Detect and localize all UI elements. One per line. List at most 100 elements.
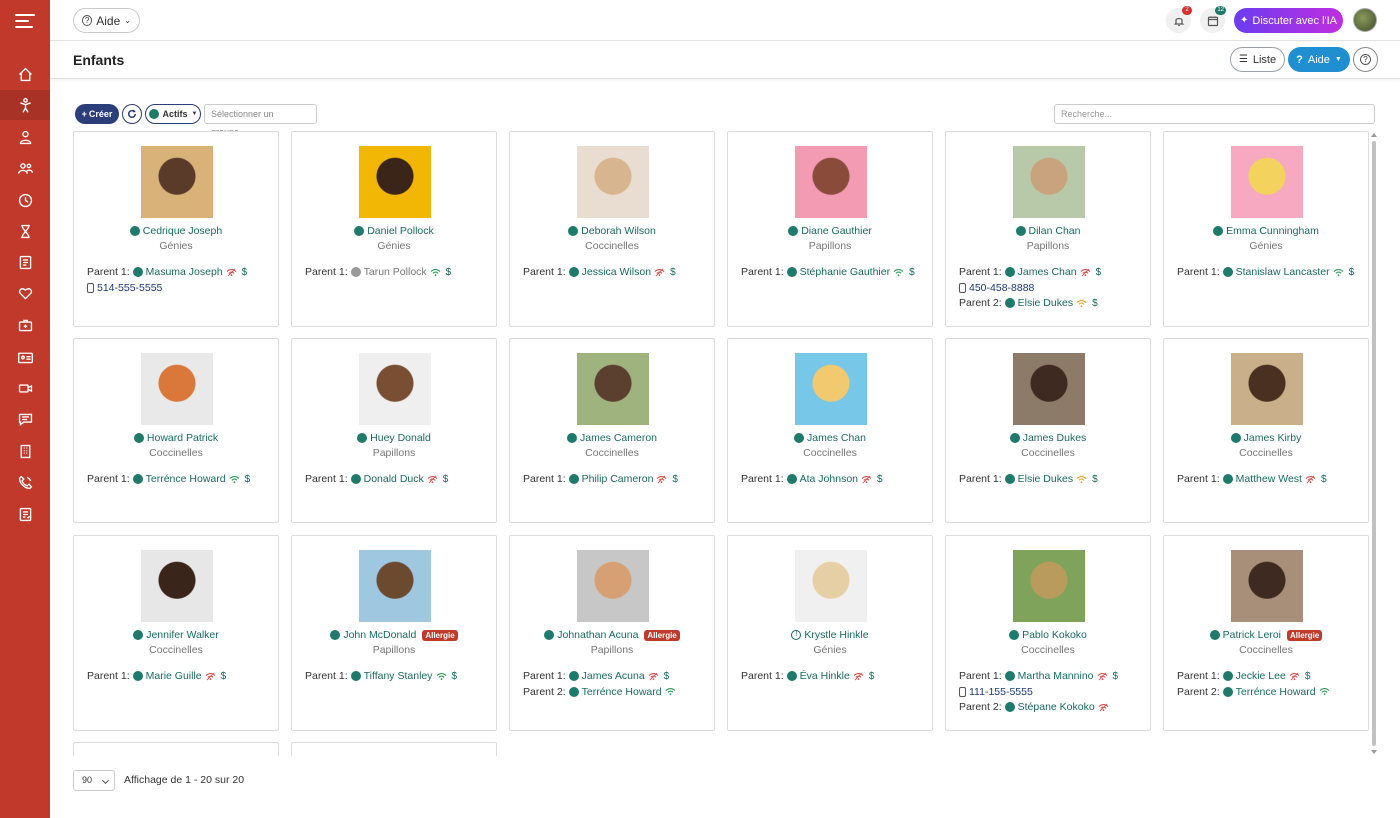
child-name-text[interactable]: James Kirby [1244,432,1302,444]
child-name[interactable]: Daniel Pollock [292,225,496,237]
help-dropdown[interactable]: ? Aide ⌄ [73,8,140,33]
create-button[interactable]: + Créer [75,104,119,124]
child-card[interactable]: Patrick Leroi Allergie Coccinelles Parent 1… [1163,535,1369,731]
child-name-text[interactable]: Krystle Hinkle [804,629,868,641]
message-icon[interactable] [0,404,50,434]
child-name[interactable]: Huey Donald [292,432,496,444]
child-card[interactable]: Jennifer Walker Coccinelles Parent 1: Marie… [73,535,279,731]
child-photo[interactable] [1013,550,1085,622]
status-filter-dropdown[interactable]: Actifs ▼ [145,104,201,124]
heart-icon[interactable] [0,278,50,308]
child-card[interactable]: James Dukes Coccinelles Parent 1: Elsie Duk… [945,338,1151,523]
child-name-text[interactable]: Huey Donald [370,432,431,444]
video-icon[interactable] [0,373,50,403]
child-card[interactable]: Huey Donald Papillons Parent 1: Donald Duck… [291,338,497,523]
child-name-text[interactable]: John McDonald [343,629,416,641]
child-photo[interactable] [359,146,431,218]
child-card[interactable] [73,742,279,756]
child-name[interactable]: Jennifer Walker [74,629,278,641]
child-photo[interactable] [1013,146,1085,218]
menu-toggle-icon[interactable] [15,14,35,30]
child-name-text[interactable]: James Dukes [1023,432,1087,444]
user-avatar[interactable] [1353,8,1377,32]
child-photo[interactable] [795,550,867,622]
child-photo[interactable] [359,353,431,425]
parent-name[interactable]: Matthew West [1236,473,1302,485]
parent-name[interactable]: Stanislaw Lancaster [1236,266,1330,278]
scrollbar-thumb[interactable] [1372,141,1376,746]
child-photo[interactable] [795,353,867,425]
child-card[interactable]: Pablo Kokoko Coccinelles Parent 1: Martha M… [945,535,1151,731]
child-name[interactable]: Deborah Wilson [510,225,714,237]
list-view-button[interactable]: ☰ Liste [1230,47,1285,72]
child-card[interactable]: James Chan Coccinelles Parent 1: Ata Johnso… [727,338,933,523]
child-name[interactable]: Cedrique Joseph [74,225,278,237]
child-name-text[interactable]: Daniel Pollock [367,225,434,237]
child-name-text[interactable]: Johnathan Acuna [557,629,638,641]
child-card[interactable]: Diane Gauthier Papillons Parent 1: Stéphani… [727,131,933,327]
help-button[interactable]: ? Aide ▼ [1288,47,1350,72]
child-photo[interactable] [1013,353,1085,425]
child-icon[interactable] [0,90,50,120]
child-card[interactable]: Johnathan Acuna Allergie Papillons Parent 1… [509,535,715,731]
child-card[interactable]: James Cameron Coccinelles Parent 1: Philip … [509,338,715,523]
child-name[interactable]: Dilan Chan [946,225,1150,237]
per-page-select[interactable]: 90 [73,770,115,791]
parent-name[interactable]: Stépane Kokoko [1018,701,1095,713]
notifications-button[interactable]: 2 [1166,6,1192,33]
parent-name[interactable]: Elsie Dukes [1018,297,1073,309]
child-photo[interactable] [577,353,649,425]
child-name[interactable]: James Cameron [510,432,714,444]
child-card[interactable]: Cedrique Joseph Génies Parent 1: Masuma Jos… [73,131,279,327]
refresh-button[interactable] [122,104,142,124]
child-name-text[interactable]: Jennifer Walker [146,629,219,641]
child-photo[interactable] [577,146,649,218]
child-name[interactable]: Patrick Leroi Allergie [1164,629,1368,641]
parent-name[interactable]: James Chan [1018,266,1077,278]
child-card[interactable]: Deborah Wilson Coccinelles Parent 1: Jessic… [509,131,715,327]
report-icon[interactable] [0,247,50,277]
checklist-icon[interactable] [0,499,50,529]
info-help-button[interactable]: ? [1353,47,1378,72]
child-name-text[interactable]: Cedrique Joseph [143,225,222,237]
child-card[interactable]: Howard Patrick Coccinelles Parent 1: Terrén… [73,338,279,523]
building-icon[interactable] [0,436,50,466]
staff-icon[interactable] [0,122,50,152]
calendar-button[interactable]: 12 [1200,6,1226,33]
child-name[interactable]: Howard Patrick [74,432,278,444]
child-name-text[interactable]: Pablo Kokoko [1022,629,1087,641]
parent-name[interactable]: Terrénce Howard [1236,686,1316,698]
child-photo[interactable] [141,353,213,425]
parent-name[interactable]: Elsie Dukes [1018,473,1073,485]
child-photo[interactable] [1231,353,1303,425]
child-card[interactable]: John McDonald Allergie Papillons Parent 1: T… [291,535,497,731]
hourglass-icon[interactable] [0,216,50,246]
parent-name[interactable]: Éva Hinkle [800,670,850,682]
phone-call-icon[interactable] [0,467,50,497]
parent-name[interactable]: James Acuna [582,670,645,682]
child-name-text[interactable]: James Cameron [580,432,657,444]
parent-name[interactable]: Jeckie Lee [1236,670,1286,682]
child-photo[interactable] [141,550,213,622]
parent-name[interactable]: Stéphanie Gauthier [800,266,890,278]
child-name[interactable]: James Dukes [946,432,1150,444]
child-name[interactable]: Johnathan Acuna Allergie [510,629,714,641]
clock-icon[interactable] [0,185,50,215]
parent-name[interactable]: Philip Cameron [582,473,654,485]
id-card-icon[interactable] [0,342,50,372]
parent-name[interactable]: Jessica Wilson [582,266,651,278]
parent-name[interactable]: Donald Duck [364,473,424,485]
child-name[interactable]: ! Krystle Hinkle [728,629,932,641]
scrollbar[interactable] [1370,131,1378,756]
parent-name[interactable]: Masuma Joseph [146,266,223,278]
child-card[interactable]: Daniel Pollock Génies Parent 1: Tarun Pollo… [291,131,497,327]
ai-chat-button[interactable]: ✦ Discuter avec l'IA [1234,8,1343,33]
parent-name[interactable]: Terrénce Howard [146,473,226,485]
family-icon[interactable] [0,153,50,183]
child-name-text[interactable]: James Chan [807,432,866,444]
parent-name[interactable]: Terrénce Howard [582,686,662,698]
phone-number[interactable]: 450-458-8888 [969,282,1034,294]
child-card[interactable]: James Kirby Coccinelles Parent 1: Matthew W… [1163,338,1369,523]
child-photo[interactable] [795,146,867,218]
child-name[interactable]: James Chan [728,432,932,444]
